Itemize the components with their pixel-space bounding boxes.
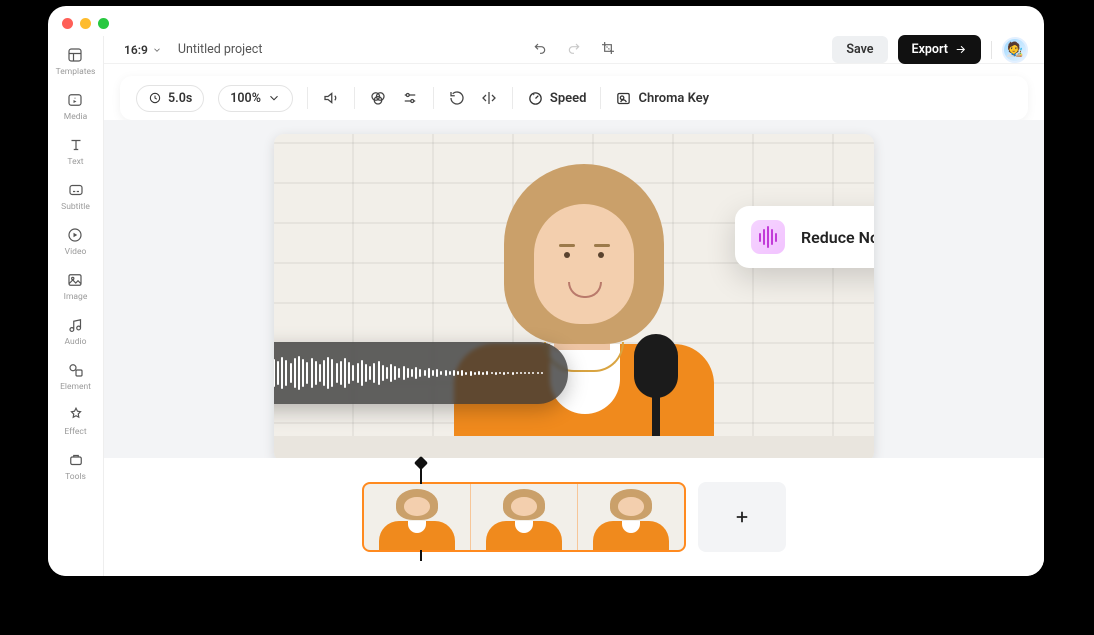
timeline-clip[interactable] — [362, 482, 686, 552]
audio-icon — [67, 316, 85, 334]
divider — [307, 87, 308, 109]
save-button[interactable]: Save — [832, 36, 887, 63]
tools-icon — [67, 451, 85, 469]
templates-icon — [66, 46, 84, 64]
chroma-key-label: Chroma Key — [638, 91, 709, 106]
undo-button[interactable] — [532, 40, 548, 60]
speed-button[interactable]: Speed — [527, 90, 587, 107]
video-preview[interactable]: Reduce Noise — [274, 134, 874, 462]
divider — [991, 41, 992, 59]
export-label: Export — [912, 42, 948, 57]
add-clip-button[interactable] — [698, 482, 786, 552]
text-icon — [67, 136, 85, 154]
element-icon — [67, 361, 85, 379]
sidebar-item-audio[interactable]: Audio — [65, 316, 87, 347]
reduce-noise-icon — [751, 220, 785, 254]
sidebar-item-tools[interactable]: Tools — [65, 451, 86, 482]
sidebar-item-label: Text — [67, 157, 83, 167]
image-icon — [66, 271, 84, 289]
chroma-key-button[interactable]: Chroma Key — [615, 90, 709, 107]
clip-thumbnail — [364, 484, 470, 550]
plus-icon — [733, 508, 751, 526]
crop-button[interactable] — [600, 40, 616, 60]
video-icon — [66, 226, 84, 244]
sidebar-item-label: Media — [64, 112, 87, 122]
preview-person-illustration — [424, 164, 724, 462]
clock-icon — [148, 91, 162, 105]
clip-thumbnail — [470, 484, 577, 550]
crop-icon — [600, 40, 616, 56]
avatar[interactable]: 🧑‍🎨 — [1002, 37, 1028, 63]
sidebar-item-label: Image — [64, 292, 88, 302]
chevron-down-icon — [267, 91, 281, 105]
chroma-key-icon — [615, 90, 632, 107]
app-window: Templates Media Text Subtitle Video Imag… — [48, 6, 1044, 576]
window-minimize-icon[interactable] — [80, 18, 91, 29]
flip-icon[interactable] — [480, 89, 498, 107]
zoom-pill[interactable]: 100% — [218, 85, 293, 112]
main-area: 16:9 Untitled project Save Export — [104, 36, 1044, 576]
divider — [600, 87, 601, 109]
window-maximize-icon[interactable] — [98, 18, 109, 29]
reduce-noise-popup[interactable]: Reduce Noise — [735, 206, 874, 268]
redo-icon — [566, 40, 582, 56]
duration-value: 5.0s — [168, 91, 192, 106]
divider — [433, 87, 434, 109]
undo-icon — [532, 40, 548, 56]
sidebar-item-label: Video — [65, 247, 87, 257]
sidebar: Templates Media Text Subtitle Video Imag… — [48, 36, 104, 576]
duration-pill[interactable]: 5.0s — [136, 85, 204, 112]
waveform-icon — [274, 342, 546, 404]
sidebar-item-label: Effect — [64, 427, 86, 437]
sidebar-item-text[interactable]: Text — [67, 136, 85, 167]
audio-waveform-overlay[interactable] — [274, 342, 568, 404]
project-title[interactable]: Untitled project — [178, 42, 263, 57]
media-icon — [66, 91, 84, 109]
reduce-noise-label: Reduce Noise — [801, 228, 874, 247]
sidebar-item-label: Audio — [65, 337, 87, 347]
divider — [354, 87, 355, 109]
color-filter-icon[interactable] — [369, 89, 387, 107]
avatar-emoji: 🧑‍🎨 — [1006, 42, 1023, 58]
divider — [512, 87, 513, 109]
redo-button[interactable] — [566, 40, 582, 60]
rotate-icon[interactable] — [448, 89, 466, 107]
aspect-ratio-label: 16:9 — [124, 43, 148, 57]
chevron-down-icon — [152, 45, 162, 55]
topbar-center-tools — [532, 40, 616, 60]
speed-icon — [527, 90, 544, 107]
adjust-icon[interactable] — [401, 89, 419, 107]
clip-thumbnail — [577, 484, 684, 550]
window-traffic-lights — [62, 18, 109, 29]
sidebar-item-label: Element — [60, 382, 91, 392]
window-close-icon[interactable] — [62, 18, 73, 29]
topbar: 16:9 Untitled project Save Export — [104, 36, 1044, 64]
subtitle-icon — [67, 181, 85, 199]
speed-label: Speed — [550, 91, 587, 106]
timeline — [104, 458, 1044, 576]
sidebar-item-label: Templates — [56, 67, 96, 77]
sidebar-item-label: Subtitle — [61, 202, 90, 212]
sidebar-item-image[interactable]: Image — [64, 271, 88, 302]
sidebar-item-media[interactable]: Media — [64, 91, 87, 122]
arrow-right-icon — [954, 43, 967, 56]
aspect-ratio-selector[interactable]: 16:9 — [124, 43, 162, 57]
sidebar-item-label: Tools — [65, 472, 86, 482]
sidebar-item-element[interactable]: Element — [60, 361, 91, 392]
sidebar-item-subtitle[interactable]: Subtitle — [61, 181, 90, 212]
volume-icon[interactable] — [322, 89, 340, 107]
sidebar-item-video[interactable]: Video — [65, 226, 87, 257]
sidebar-item-effect[interactable]: Effect — [64, 406, 86, 437]
effect-icon — [67, 406, 85, 424]
clip-toolbar: 5.0s 100% Speed — [120, 76, 1028, 120]
zoom-value: 100% — [230, 91, 261, 106]
canvas-area: Reduce Noise — [104, 120, 1044, 576]
sidebar-item-templates[interactable]: Templates — [56, 46, 96, 77]
export-button[interactable]: Export — [898, 35, 981, 64]
